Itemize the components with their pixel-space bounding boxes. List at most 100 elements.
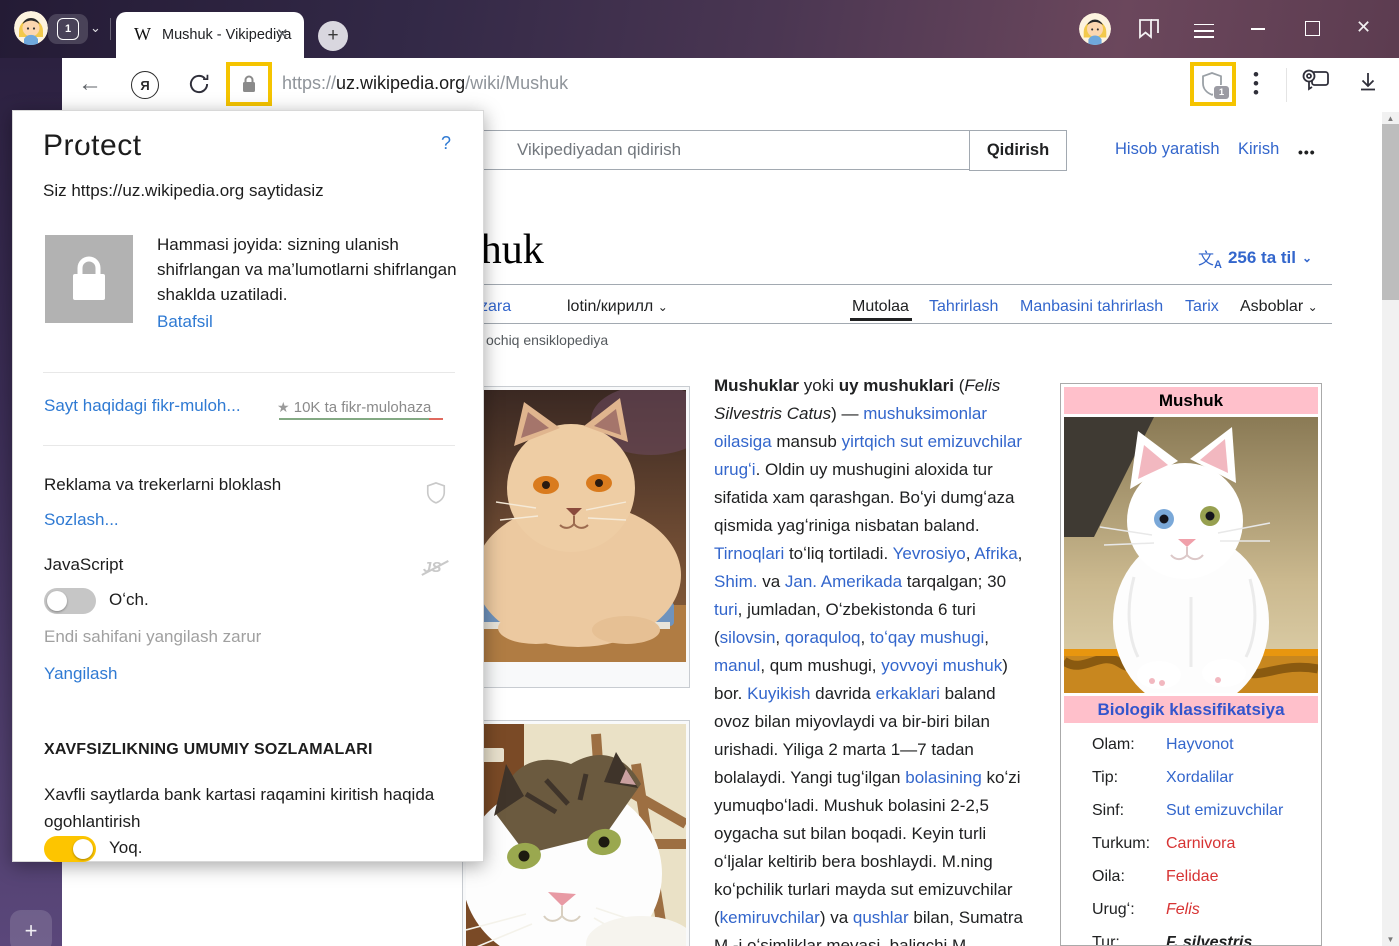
details-link[interactable]: Batafsil	[157, 312, 213, 332]
taxon-link[interactable]: Felidae	[1166, 868, 1218, 886]
page-scrollbar[interactable]: ▲ ▼	[1382, 112, 1399, 946]
refresh-icon[interactable]	[186, 71, 212, 102]
address-url[interactable]: https://uz.wikipedia.org/wiki/Mushuk	[282, 73, 568, 94]
tools-chevron-icon: ⌄	[1308, 300, 1318, 314]
toolbar-kebab-icon[interactable]: •••	[1253, 70, 1259, 97]
taxon-link[interactable]: Sut emizuvchilar	[1166, 802, 1283, 820]
active-tab-underline	[850, 318, 912, 321]
lock-icon	[69, 254, 109, 304]
article-paragraph: Mushuklar yoki uy mushuklari (Felis Silv…	[714, 372, 1036, 946]
refresh-page-link[interactable]: Yangilash	[44, 664, 117, 684]
adblock-label: Reklama va trekerlarni bloklash	[44, 475, 281, 495]
tab-tahrirlash[interactable]: Tahrirlash	[929, 298, 998, 316]
feedback-rating: ★ 10K ta fikr-mulohaza	[277, 399, 431, 416]
tab-count-button[interactable]: 1	[48, 14, 88, 44]
security-settings-header: XAVFSIZLIKNING UMUMIY SOZLAMALARI	[44, 741, 373, 759]
language-icon: 文A	[1198, 245, 1222, 271]
help-link[interactable]: ?	[441, 133, 451, 154]
rating-bar-negative	[429, 418, 443, 420]
titlebar-divider	[110, 18, 111, 40]
infobox-section-header[interactable]: Biologik klassifikatsiya	[1064, 696, 1318, 723]
bank-card-warning-label: Xavfli saytlarda bank kartasi raqamini k…	[44, 781, 436, 835]
table-row: Urugʻ:Felis	[1064, 894, 1318, 927]
tab-title: Mushuk - Vikipediya	[162, 27, 292, 43]
adblock-shield-icon	[425, 481, 447, 505]
search-button[interactable]: Qidirish	[969, 130, 1067, 171]
table-row: Tur:F. silvestris	[1064, 927, 1318, 946]
taxon-link[interactable]: Carnivora	[1166, 835, 1235, 853]
protect-shield-highlighted-button[interactable]: 1	[1190, 62, 1236, 106]
browser-titlebar: 1 ⌄ W Mushuk - Vikipediya ✕ +	[0, 0, 1399, 58]
tab-count-value: 1	[57, 18, 79, 40]
taxon-value: F. silvestris	[1166, 934, 1252, 946]
new-tab-button[interactable]: +	[318, 21, 348, 51]
title-rule	[390, 284, 1332, 285]
bank-warning-state-label: Yoq.	[109, 838, 142, 858]
lock-icon	[241, 74, 257, 94]
taxon-link[interactable]: Felis	[1166, 901, 1200, 919]
divider	[43, 372, 455, 373]
scrollbar-thumb[interactable]	[1382, 124, 1399, 300]
profile-avatar-right[interactable]	[1079, 13, 1111, 45]
site-identity-text: Siz https://uz.wikipedia.org saytidasiz	[43, 181, 324, 201]
profile-avatar[interactable]	[14, 11, 48, 45]
browser-tab-active[interactable]: W Mushuk - Vikipediya ✕	[116, 12, 304, 58]
maximize-icon[interactable]	[1305, 21, 1320, 36]
back-button[interactable]: ←	[78, 70, 102, 98]
javascript-disabled-icon: JS	[423, 559, 441, 576]
star-icon: ★	[277, 399, 290, 415]
header-more-icon[interactable]: •••	[1298, 144, 1316, 160]
create-account-link[interactable]: Hisob yaratish	[1115, 140, 1220, 159]
variant-dropdown[interactable]: lotin/кирилл ⌄	[567, 298, 668, 316]
bank-warning-toggle-on[interactable]	[44, 836, 96, 862]
javascript-state-label: Oʻch.	[109, 590, 149, 610]
javascript-toggle-off[interactable]	[44, 588, 96, 614]
url-host: uz.wikipedia.org	[336, 73, 465, 93]
password-manager-icon[interactable]	[1300, 66, 1334, 101]
toolbar-divider	[1286, 68, 1287, 102]
url-scheme: https://	[282, 73, 336, 93]
connection-lock-tile	[45, 235, 133, 323]
protect-panel: Protect ? Siz https://uz.wikipedia.org s…	[12, 110, 484, 862]
article-thumbnail-cat-on-book[interactable]	[462, 386, 690, 688]
menu-icon[interactable]	[1194, 19, 1214, 42]
article-thumbnail-cat-closeup[interactable]	[462, 720, 690, 946]
taxon-link[interactable]: Hayvonot	[1166, 736, 1234, 754]
adblock-settings-link[interactable]: Sozlash...	[44, 510, 119, 530]
search-input[interactable]	[478, 130, 970, 170]
login-link[interactable]: Kirish	[1238, 140, 1279, 159]
tab-manbasini-tahrirlash[interactable]: Manbasini tahrirlash	[1020, 298, 1163, 316]
browser-window: 1 ⌄ W Mushuk - Vikipediya ✕ +	[0, 0, 1399, 946]
language-chevron-icon: ⌄	[1302, 251, 1312, 265]
yandex-icon[interactable]: Я	[131, 71, 159, 99]
sidebar-add-button[interactable]: +	[10, 910, 52, 946]
tab-mutolaa-active[interactable]: Mutolaa	[852, 298, 909, 316]
download-icon[interactable]	[1354, 68, 1382, 101]
table-row: Sinf:Sut emizuvchilar	[1064, 795, 1318, 828]
javascript-label: JavaScript	[44, 555, 123, 575]
toggle-knob	[73, 839, 93, 859]
table-row: Olam:Hayvonot	[1064, 729, 1318, 762]
girl-avatar-icon	[14, 11, 48, 45]
rating-bar	[279, 418, 443, 420]
bookmarks-icon[interactable]	[1136, 17, 1162, 46]
language-selector[interactable]: 文A 256 ta til ⌄	[1198, 245, 1312, 271]
scroll-down-icon[interactable]: ▼	[1382, 935, 1399, 944]
infobox-image-white-kitten[interactable]	[1064, 417, 1318, 693]
tab-close-icon[interactable]: ✕	[276, 25, 289, 43]
variant-chevron-icon: ⌄	[658, 300, 668, 314]
tab-tarix[interactable]: Tarix	[1185, 298, 1219, 316]
shield-badge-count: 1	[1213, 85, 1230, 100]
tools-dropdown[interactable]: Asboblar ⌄	[1240, 298, 1318, 316]
infobox-title: Mushuk	[1064, 387, 1318, 414]
site-feedback-link[interactable]: Sayt haqidagi fikr-muloh...	[44, 396, 241, 416]
taxon-link[interactable]: Xordalilar	[1166, 769, 1234, 787]
scroll-up-icon[interactable]: ▲	[1382, 114, 1399, 123]
toggle-knob	[47, 591, 67, 611]
url-path: /wiki/Mushuk	[465, 73, 568, 93]
site-tagline: ochiq ensiklopediya	[486, 332, 608, 348]
site-lock-highlighted-button[interactable]	[226, 62, 272, 106]
close-window-icon[interactable]: ✕	[1356, 17, 1371, 38]
tab-list-chevron-icon[interactable]: ⌄	[90, 20, 101, 36]
minimize-icon[interactable]	[1251, 28, 1265, 30]
